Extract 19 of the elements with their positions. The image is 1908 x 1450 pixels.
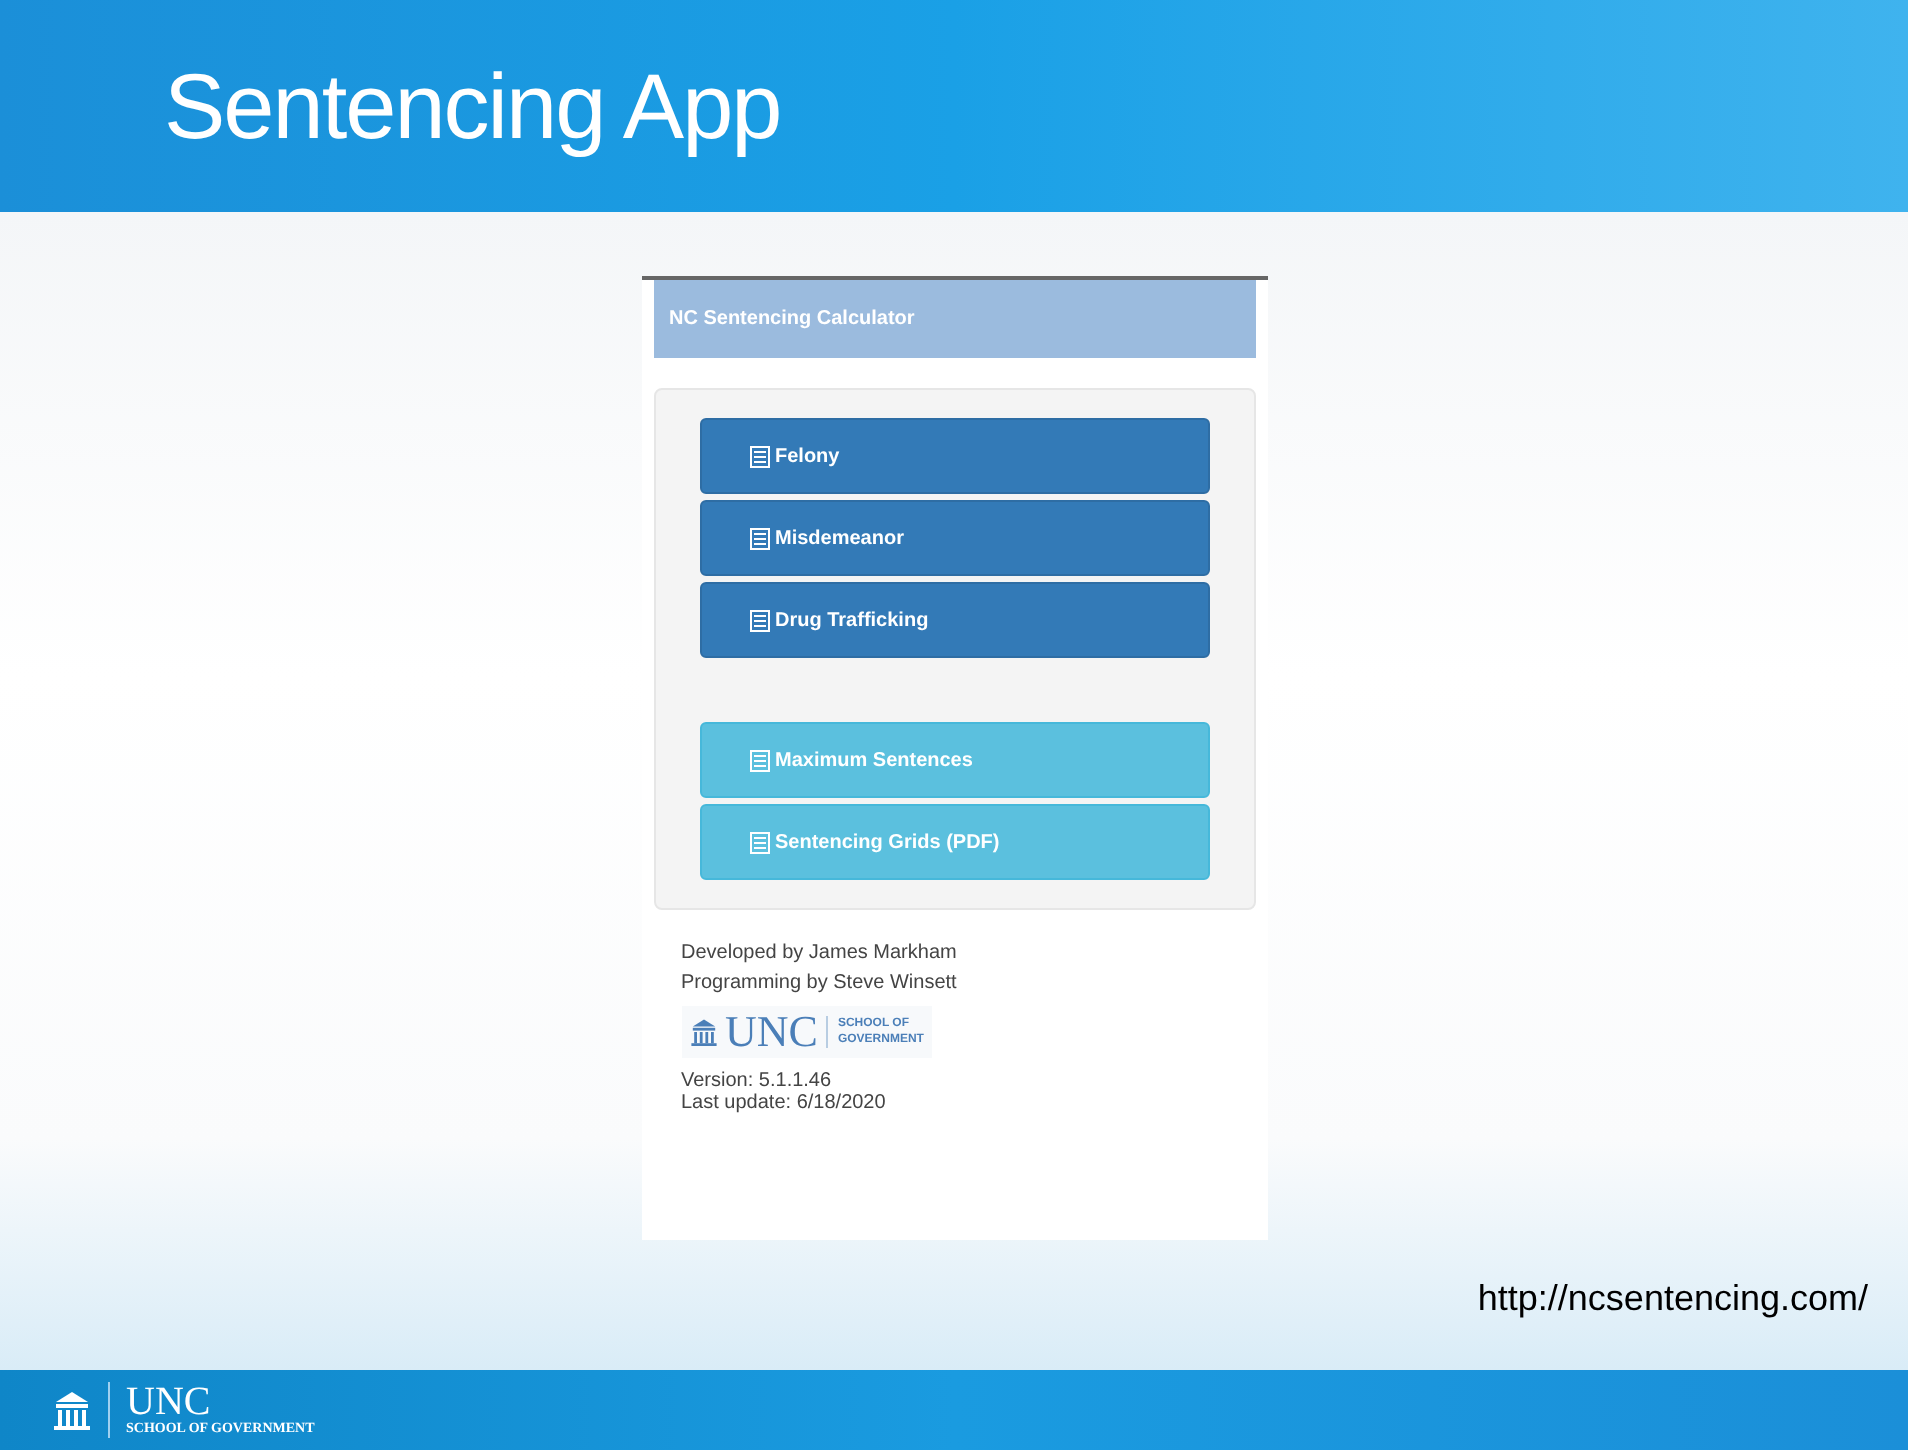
list-icon	[749, 609, 769, 631]
building-icon	[689, 1016, 717, 1048]
menu-button[interactable]: Felony	[699, 418, 1209, 494]
version-text: Version: 5.1.1.46	[681, 1070, 834, 1092]
url-text: http://ncsentencing.com/	[1477, 1276, 1868, 1322]
list-icon	[749, 749, 769, 771]
list-icon	[749, 831, 769, 853]
slide-title: Sentencing App	[164, 51, 781, 161]
credit-text: Developed by James Markham	[681, 940, 959, 968]
list-icon	[749, 445, 769, 467]
footer-wordmark: UNC	[126, 1383, 211, 1419]
building-icon	[52, 1388, 92, 1432]
menu-button[interactable]: Misdemeanor	[699, 500, 1209, 576]
list-icon	[749, 527, 769, 549]
menu-button[interactable]: Drug Trafficking	[699, 582, 1209, 658]
credit-text: Programming by Steve Winsett	[681, 970, 959, 998]
app-header: NC Sentencing Calculator	[653, 280, 1255, 358]
version-text: Last update: 6/18/2020	[681, 1092, 888, 1114]
logo-wordmark: UNC	[725, 1010, 818, 1054]
